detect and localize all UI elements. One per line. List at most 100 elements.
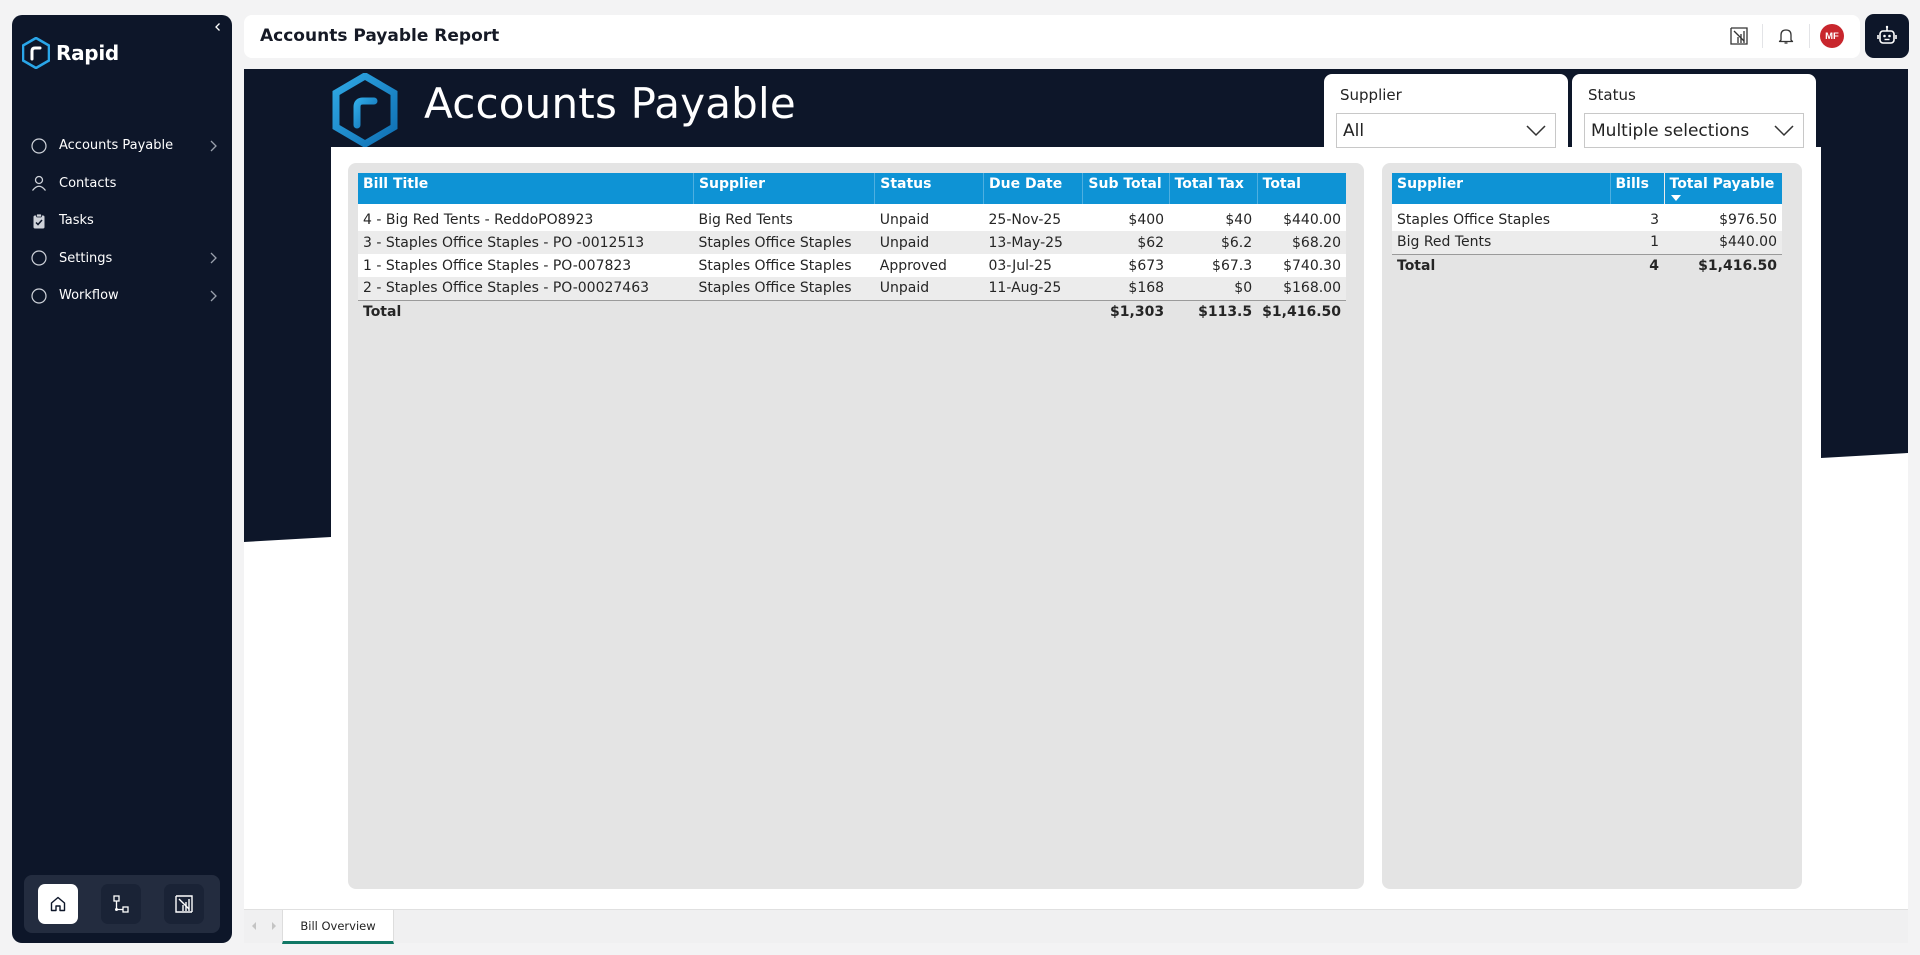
cell-supplier: Staples Office Staples bbox=[693, 277, 875, 300]
sidebar-item-tasks[interactable]: Tasks bbox=[12, 202, 232, 240]
tab-navigation bbox=[248, 919, 280, 933]
sidebar-item-label: Tasks bbox=[59, 213, 94, 229]
clipboard-check-icon bbox=[30, 212, 48, 230]
cell-total-tax: $40 bbox=[1169, 208, 1258, 231]
cell-total: $68.20 bbox=[1257, 231, 1346, 254]
logo-text: Rapid bbox=[56, 41, 119, 65]
cell-status: Approved bbox=[874, 254, 984, 277]
sidebar-item-label: Contacts bbox=[59, 175, 117, 191]
cell-total-tax: $6.2 bbox=[1169, 231, 1258, 254]
app-logo[interactable]: Rapid bbox=[22, 37, 119, 69]
chevron-down-icon bbox=[1525, 124, 1547, 138]
table-total-row: Total $1,303 $113.5 $1,416.50 bbox=[358, 299, 1346, 323]
circle-icon bbox=[30, 137, 48, 155]
cell-bill-title: 3 - Staples Office Staples - PO -0012513 bbox=[358, 231, 694, 254]
home-button[interactable] bbox=[38, 884, 78, 924]
sidebar-item-accounts-payable[interactable]: Accounts Payable bbox=[12, 127, 232, 165]
supplier-summary-table: Supplier Bills Total Payable Staples Off… bbox=[1392, 173, 1782, 277]
cell-due-date: 25-Nov-25 bbox=[983, 208, 1083, 231]
next-page-icon[interactable] bbox=[268, 919, 280, 933]
cell-supplier: Staples Office Staples bbox=[693, 254, 875, 277]
report-button[interactable] bbox=[164, 884, 204, 924]
column-header[interactable]: Total Tax bbox=[1168, 173, 1258, 204]
slicer-value: All bbox=[1343, 120, 1365, 141]
column-header[interactable]: Supplier bbox=[1392, 173, 1610, 204]
cell-bill-title: 2 - Staples Office Staples - PO-00027463 bbox=[358, 277, 694, 300]
status-dropdown[interactable]: Multiple selections bbox=[1584, 113, 1804, 148]
slicer-title: Supplier bbox=[1340, 86, 1402, 104]
cell-sub-total: $62 bbox=[1082, 231, 1170, 254]
sidebar: Rapid Accounts Payable Contacts Tasks Se… bbox=[12, 15, 232, 943]
column-header[interactable]: Total bbox=[1256, 173, 1346, 204]
workflow-button[interactable] bbox=[101, 884, 141, 924]
header-divider bbox=[1762, 24, 1763, 48]
supplier-summary-panel: Supplier Bills Total Payable Staples Off… bbox=[1382, 163, 1802, 889]
cell-total-tax: $67.3 bbox=[1169, 254, 1258, 277]
column-header[interactable]: Status bbox=[874, 173, 984, 204]
cell-total: $740.30 bbox=[1257, 254, 1346, 277]
user-avatar[interactable]: MF bbox=[1820, 24, 1844, 48]
tab-bill-overview[interactable]: Bill Overview bbox=[282, 910, 394, 944]
previous-page-icon[interactable] bbox=[248, 919, 260, 933]
rapid-logo-icon bbox=[22, 37, 50, 69]
column-header-sorted[interactable]: Total Payable bbox=[1663, 173, 1782, 204]
sidebar-nav: Accounts Payable Contacts Tasks Settings… bbox=[12, 127, 232, 315]
sidebar-item-contacts[interactable]: Contacts bbox=[12, 165, 232, 203]
cell-bills: 3 bbox=[1610, 208, 1664, 231]
sidebar-item-workflow[interactable]: Workflow bbox=[12, 277, 232, 315]
notifications-button[interactable] bbox=[1773, 23, 1799, 49]
cell-total-payable: $976.50 bbox=[1664, 208, 1782, 231]
total-bills: 4 bbox=[1610, 253, 1664, 277]
cell-status: Unpaid bbox=[874, 277, 984, 300]
table-row[interactable]: 3 - Staples Office Staples - PO -0012513… bbox=[358, 231, 1346, 254]
chevron-down-icon bbox=[1773, 124, 1795, 138]
cell-supplier: Big Red Tents bbox=[1392, 231, 1610, 254]
column-header[interactable]: Sub Total bbox=[1082, 173, 1170, 204]
column-header[interactable]: Bill Title bbox=[358, 173, 694, 204]
workflow-icon bbox=[113, 895, 129, 913]
table-row[interactable]: Staples Office Staples 3 $976.50 bbox=[1392, 208, 1782, 231]
cell-bill-title: 4 - Big Red Tents - ReddoPO8923 bbox=[358, 208, 694, 231]
table-header-row: Bill Title Supplier Status Due Date Sub … bbox=[358, 173, 1346, 204]
column-header[interactable]: Due Date bbox=[983, 173, 1083, 204]
cell-status: Unpaid bbox=[874, 208, 984, 231]
sidebar-item-label: Settings bbox=[59, 250, 113, 266]
report-icon bbox=[1730, 27, 1748, 45]
supplier-dropdown[interactable]: All bbox=[1336, 113, 1556, 148]
table-row[interactable]: 1 - Staples Office Staples - PO-007823 S… bbox=[358, 254, 1346, 277]
column-header[interactable]: Supplier bbox=[692, 173, 875, 204]
chevron-right-icon bbox=[206, 289, 220, 303]
total-amount: $1,416.50 bbox=[1257, 299, 1346, 323]
circle-icon bbox=[30, 287, 48, 305]
cell-supplier: Staples Office Staples bbox=[693, 231, 875, 254]
column-header[interactable]: Bills bbox=[1609, 173, 1664, 204]
bills-panel: Bill Title Supplier Status Due Date Sub … bbox=[348, 163, 1364, 889]
sidebar-item-settings[interactable]: Settings bbox=[12, 240, 232, 278]
robot-icon bbox=[1877, 25, 1897, 44]
table-row[interactable]: 4 - Big Red Tents - ReddoPO8923 Big Red … bbox=[358, 208, 1346, 231]
sidebar-item-label: Accounts Payable bbox=[59, 138, 174, 154]
report-view-button[interactable] bbox=[1726, 23, 1752, 49]
assistant-button[interactable] bbox=[1865, 14, 1909, 58]
total-payable: $1,416.50 bbox=[1664, 253, 1782, 277]
cell-due-date: 13-May-25 bbox=[983, 231, 1083, 254]
table-header-row: Supplier Bills Total Payable bbox=[1392, 173, 1782, 204]
table-total-row: Total 4 $1,416.50 bbox=[1392, 253, 1782, 277]
person-icon bbox=[30, 174, 48, 192]
status-slicer: Status Multiple selections bbox=[1572, 74, 1816, 154]
header-actions: MF bbox=[1726, 23, 1844, 49]
collapse-sidebar-icon[interactable] bbox=[210, 19, 226, 35]
table-row[interactable]: Big Red Tents 1 $440.00 bbox=[1392, 231, 1782, 254]
supplier-slicer: Supplier All bbox=[1324, 74, 1568, 154]
sort-descending-icon bbox=[1670, 195, 1681, 201]
cell-total-tax: $0 bbox=[1169, 277, 1258, 300]
sidebar-quick-actions bbox=[24, 875, 220, 933]
cell-bill-title: 1 - Staples Office Staples - PO-007823 bbox=[358, 254, 694, 277]
table-row[interactable]: 2 - Staples Office Staples - PO-00027463… bbox=[358, 277, 1346, 300]
circle-icon bbox=[30, 249, 48, 267]
cell-total: $168.00 bbox=[1257, 277, 1346, 300]
total-label: Total bbox=[358, 299, 694, 323]
header-divider bbox=[1809, 24, 1810, 48]
bills-table: Bill Title Supplier Status Due Date Sub … bbox=[358, 173, 1346, 323]
cell-status: Unpaid bbox=[874, 231, 984, 254]
